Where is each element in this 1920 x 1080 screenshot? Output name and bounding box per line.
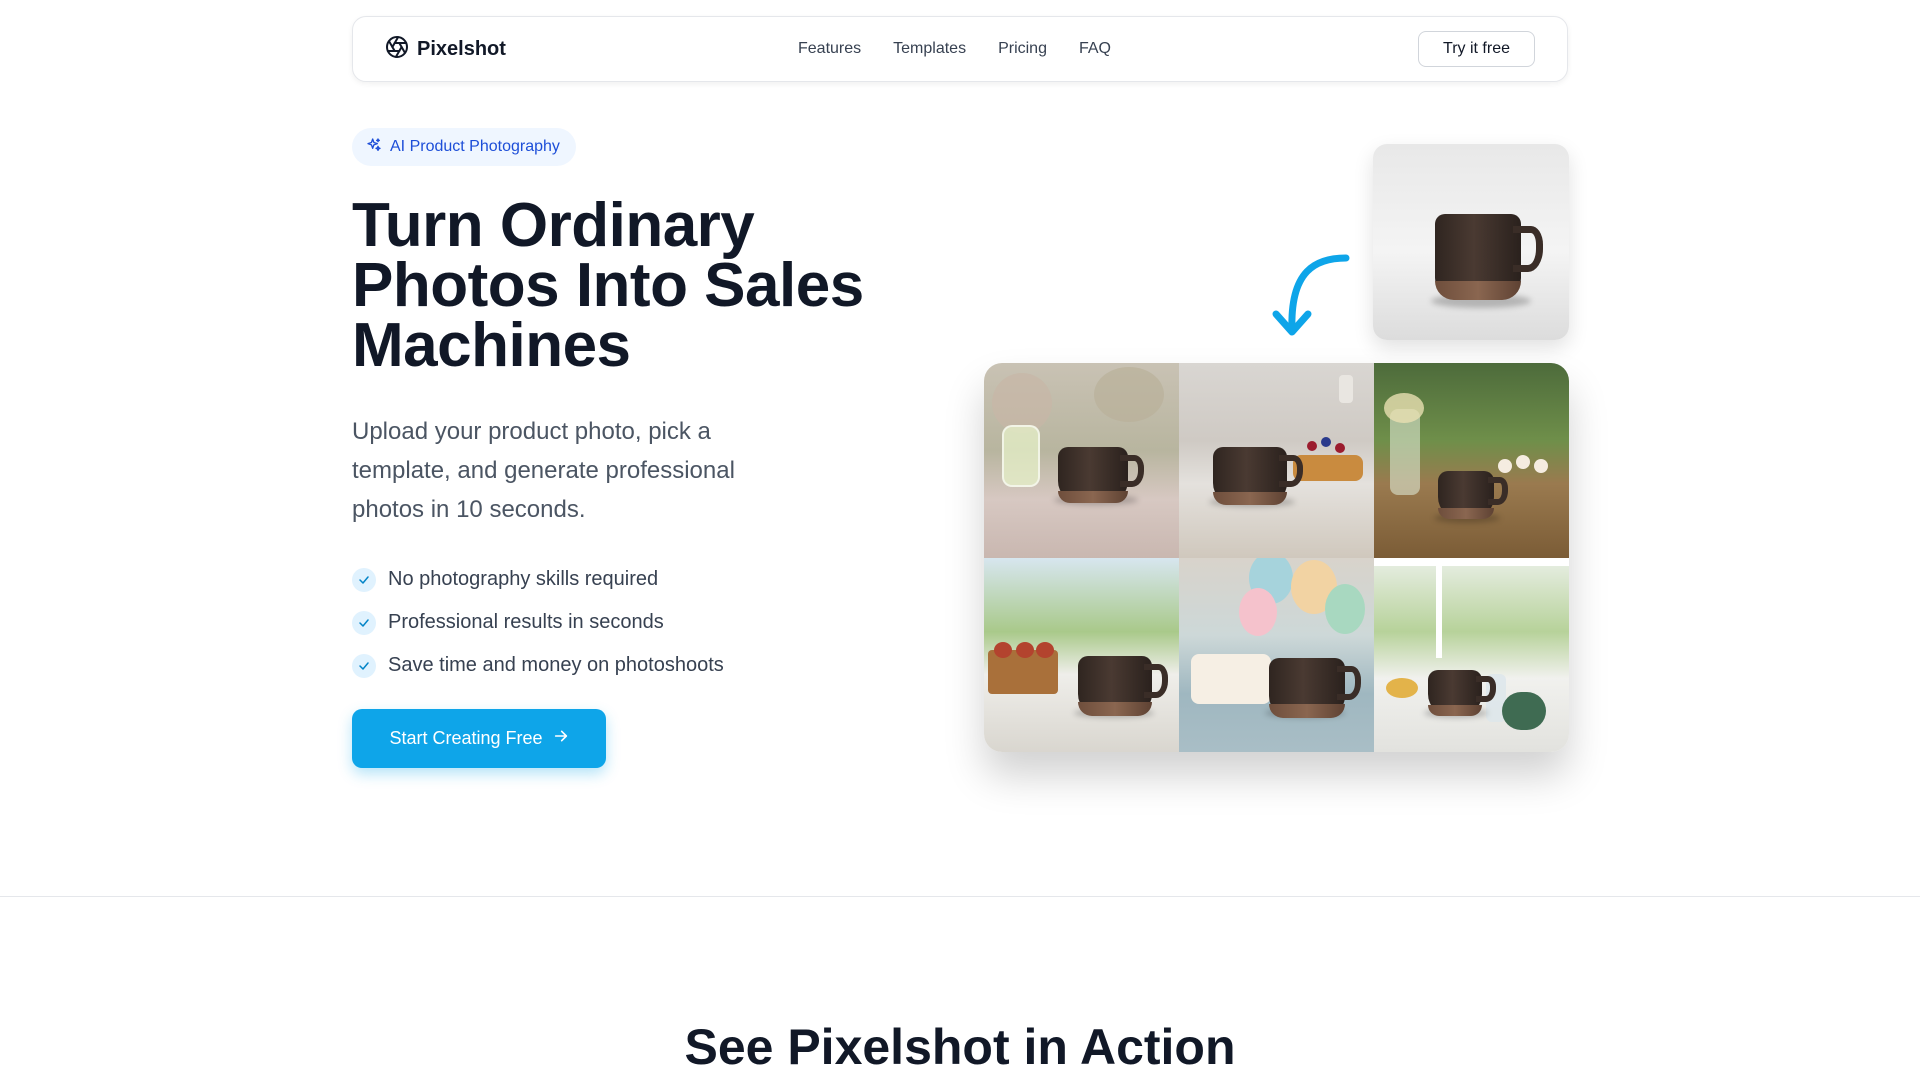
feature-item: Save time and money on photoshoots	[352, 644, 724, 687]
curved-arrow-icon	[1266, 252, 1362, 347]
feature-text: Save time and money on photoshoots	[388, 654, 724, 676]
nav-link-features[interactable]: Features	[798, 40, 861, 58]
check-icon	[352, 567, 376, 592]
aperture-icon	[385, 35, 409, 64]
top-navbar: Pixelshot Features Templates Pricing FAQ…	[352, 16, 1568, 82]
source-product-photo	[1373, 144, 1569, 340]
nav-links: Features Templates Pricing FAQ	[798, 17, 1111, 81]
feature-item: Professional results in seconds	[352, 601, 724, 644]
try-it-free-button[interactable]: Try it free	[1418, 31, 1535, 67]
hero-badge: AI Product Photography	[352, 128, 576, 166]
template-photo-kitchen[interactable]	[1179, 363, 1374, 558]
sparkles-icon	[366, 137, 382, 158]
hero-subtitle: Upload your product photo, pick a templa…	[352, 412, 792, 529]
headline-line: Photos Into Sales	[352, 251, 864, 320]
nav-link-pricing[interactable]: Pricing	[998, 40, 1047, 58]
section-divider	[0, 896, 1920, 897]
feature-text: Professional results in seconds	[388, 611, 664, 633]
badge-label: AI Product Photography	[390, 138, 560, 155]
feature-text: No photography skills required	[388, 568, 659, 590]
nav-link-templates[interactable]: Templates	[893, 40, 966, 58]
cta-label: Start Creating Free	[389, 728, 543, 748]
start-creating-button[interactable]: Start Creating Free	[352, 709, 606, 768]
generated-photos-grid	[984, 363, 1569, 752]
check-icon	[352, 610, 376, 635]
brand-logo[interactable]: Pixelshot	[385, 35, 506, 64]
subtitle-line: photos in 10 seconds.	[352, 496, 586, 523]
template-photo-picnic[interactable]	[1374, 363, 1569, 558]
feature-list: No photography skills required Professio…	[352, 558, 724, 687]
subtitle-line: template, and generate professional	[352, 457, 735, 484]
arrow-right-icon	[553, 728, 569, 749]
feature-item: No photography skills required	[352, 558, 724, 601]
subtitle-line: Upload your product photo, pick a	[352, 418, 711, 445]
headline-line: Machines	[352, 311, 631, 380]
nav-link-faq[interactable]: FAQ	[1079, 40, 1111, 58]
headline-line: Turn Ordinary	[352, 191, 755, 260]
template-photo-patio[interactable]	[984, 557, 1179, 752]
template-photo-sunroom[interactable]	[1374, 557, 1569, 752]
template-photo-garden[interactable]	[984, 363, 1179, 558]
brand-name: Pixelshot	[417, 37, 506, 60]
hero-headline: Turn Ordinary Photos Into Sales Machines	[352, 191, 912, 380]
check-icon	[352, 653, 376, 678]
template-photo-birthday[interactable]	[1179, 557, 1374, 752]
section-title: See Pixelshot in Action	[684, 1019, 1236, 1075]
mug-image	[1435, 214, 1545, 300]
